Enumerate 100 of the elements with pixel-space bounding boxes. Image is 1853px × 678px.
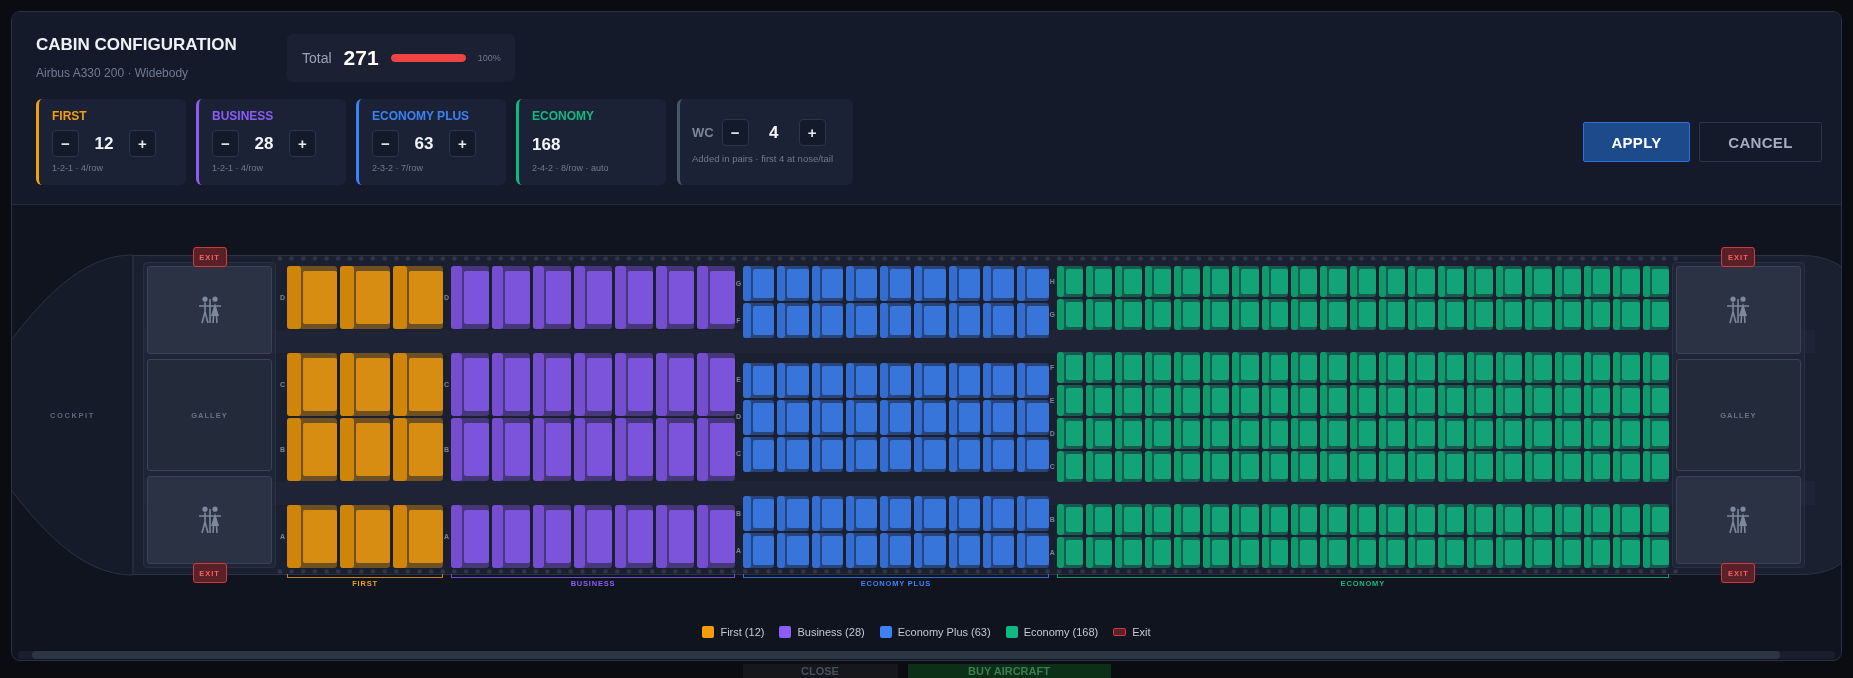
- seat-icon: [340, 353, 390, 416]
- legend-label: Exit: [1132, 626, 1151, 638]
- seat-icon: [492, 353, 530, 416]
- seat-icon: [287, 266, 337, 329]
- seat-icon: [1115, 266, 1142, 297]
- seat-icon: [1320, 385, 1347, 416]
- increment-button[interactable]: +: [129, 130, 156, 157]
- seat-icon: [743, 436, 775, 472]
- seat-icon: [1232, 266, 1259, 297]
- seat-icon: [743, 303, 775, 338]
- seat-icon: [777, 399, 809, 435]
- seat-icon: [1232, 418, 1259, 449]
- seat-icon: [1496, 504, 1523, 535]
- exit-swatch-icon: [1113, 628, 1127, 636]
- seat-icon: [743, 399, 775, 435]
- seat-icon: [656, 266, 694, 329]
- seat-icon: [1261, 352, 1289, 383]
- seat-icon: [1017, 266, 1049, 301]
- seat-icon: [1085, 418, 1113, 449]
- seat-icon: [1613, 385, 1640, 416]
- seat-icon: [1261, 418, 1289, 449]
- seat-icon: [914, 362, 946, 398]
- seat-icon: [1642, 504, 1669, 535]
- seat-icon: [1056, 537, 1083, 568]
- seat-icon: [1173, 418, 1201, 449]
- seat-icon: [574, 266, 612, 329]
- seat-count: 28: [253, 133, 275, 154]
- seat-icon: [1642, 418, 1669, 449]
- seat-icon: [1144, 537, 1171, 568]
- decrement-button[interactable]: −: [52, 130, 79, 157]
- increment-button[interactable]: +: [798, 119, 826, 146]
- seat-icon: [697, 266, 735, 329]
- seat-icon: [1291, 352, 1318, 383]
- seat-icon: [1466, 418, 1494, 449]
- seat-icon: [983, 496, 1015, 531]
- seat-icon: [1584, 352, 1611, 383]
- seat-icon: [1115, 418, 1142, 449]
- seat-icon: [983, 399, 1015, 435]
- seat-icon: [1642, 385, 1669, 416]
- seat-icon: [1320, 451, 1347, 482]
- seat-count: 168: [532, 134, 561, 155]
- seat-icon: [1144, 385, 1171, 416]
- cancel-button[interactable]: CANCEL: [1699, 122, 1822, 162]
- seat-icon: [1320, 537, 1347, 568]
- seat-icon: [1144, 418, 1171, 449]
- seat-icon: [1584, 504, 1611, 535]
- seat-icon: [1203, 504, 1230, 535]
- seat-icon: [1261, 385, 1289, 416]
- seat-icon: [1408, 352, 1435, 383]
- seat-icon: [1584, 537, 1611, 568]
- seat-icon: [1232, 299, 1259, 330]
- seat-icon: [845, 266, 878, 301]
- increment-button[interactable]: +: [449, 130, 476, 157]
- seat-icon: [1144, 352, 1171, 383]
- seat-icon: [1115, 504, 1142, 535]
- seat-icon: [1437, 266, 1464, 297]
- seat-icon: [845, 533, 878, 568]
- seat-icon: [1437, 352, 1464, 383]
- seat-icon: [914, 496, 946, 531]
- seat-icon: [1320, 418, 1347, 449]
- seat-icon: [1320, 504, 1347, 535]
- total-value: 271: [343, 46, 379, 70]
- seat-icon: [492, 505, 530, 568]
- seat-icon: [1613, 352, 1640, 383]
- legend-label: Economy (168): [1023, 626, 1099, 638]
- seat-icon: [1017, 436, 1049, 472]
- seat-icon: [1144, 299, 1171, 330]
- seat-icon: [1613, 537, 1640, 568]
- apply-button[interactable]: APPLY: [1583, 122, 1690, 162]
- seat-icon: [1642, 299, 1669, 330]
- seat-icon: [1584, 266, 1611, 297]
- seat-icon: [1378, 418, 1406, 449]
- class-label: FIRST: [52, 108, 87, 124]
- seat-icon: [1056, 352, 1083, 383]
- decrement-button[interactable]: −: [721, 119, 749, 146]
- seat-icon: [1642, 451, 1669, 482]
- seat-icon: [533, 418, 571, 481]
- seat-icon: [1437, 299, 1464, 330]
- seat-icon: [656, 505, 694, 568]
- seat-icon: [1584, 299, 1611, 330]
- seat-icon: [1378, 537, 1406, 568]
- seat-icon: [1349, 537, 1376, 568]
- seat-icon: [1056, 299, 1083, 330]
- seat-icon: [1115, 299, 1142, 330]
- seat-icon: [1554, 451, 1581, 482]
- restroom-icon: [196, 506, 223, 535]
- seat-icon: [574, 505, 612, 568]
- increment-button[interactable]: +: [289, 130, 316, 157]
- seat-icon: [983, 362, 1015, 398]
- decrement-button[interactable]: −: [372, 130, 399, 157]
- seat-icon: [1115, 537, 1142, 568]
- seat-icon: [948, 266, 981, 301]
- seat-icon: [340, 266, 390, 329]
- legend-label: Business (28): [797, 626, 865, 638]
- seat-icon: [1437, 451, 1464, 482]
- decrement-button[interactable]: −: [212, 130, 239, 157]
- seat-icon: [1466, 537, 1494, 568]
- restroom-icon: [1725, 295, 1752, 324]
- seat-icon: [777, 303, 809, 338]
- seat-icon: [1115, 451, 1142, 482]
